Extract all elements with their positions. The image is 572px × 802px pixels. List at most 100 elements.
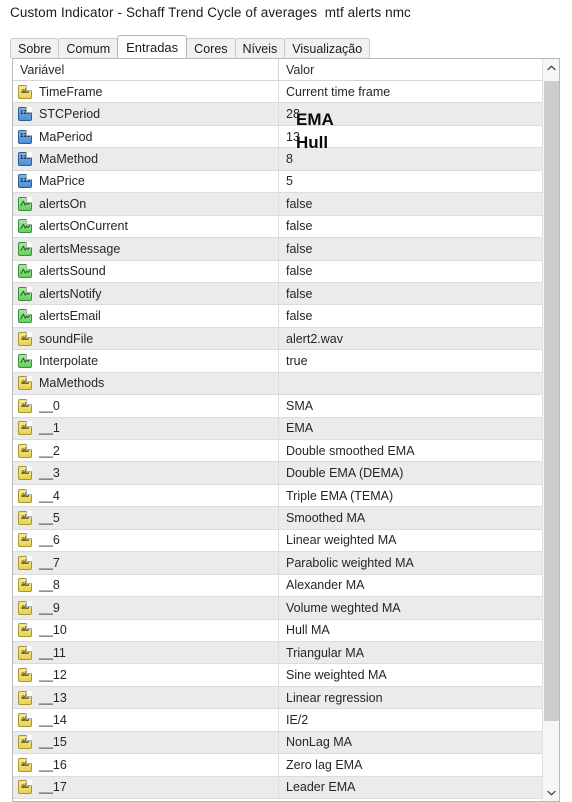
table-row[interactable]: alertsMessagefalse (13, 238, 542, 260)
value-cell[interactable]: SMA (279, 395, 542, 416)
value-cell[interactable]: Hull MA (279, 620, 542, 641)
table-row[interactable]: ab__11Triangular MA (13, 642, 542, 664)
variable-cell[interactable]: ab__3 (13, 462, 279, 483)
table-row[interactable]: ab__6Linear weighted MA (13, 530, 542, 552)
value-cell[interactable]: Leader EMA (279, 777, 542, 798)
variable-cell[interactable]: ab__15 (13, 732, 279, 753)
variable-cell[interactable]: alertsNotify (13, 283, 279, 304)
table-row[interactable]: ab__1EMA (13, 418, 542, 440)
tab-entradas[interactable]: Entradas (117, 35, 187, 58)
table-row[interactable]: 123STCPeriod28 (13, 103, 542, 125)
variable-cell[interactable]: alertsOnCurrent (13, 216, 279, 237)
variable-cell[interactable]: ab__7 (13, 552, 279, 573)
variable-cell[interactable]: ab__1 (13, 418, 279, 439)
table-row[interactable]: alertsOnCurrentfalse (13, 216, 542, 238)
table-row[interactable]: ab__12Sine weighted MA (13, 664, 542, 686)
value-cell[interactable]: Double EMA (DEMA) (279, 462, 542, 483)
variable-cell[interactable]: ab__9 (13, 597, 279, 618)
table-row[interactable]: Interpolatetrue (13, 350, 542, 372)
value-cell[interactable]: false (279, 216, 542, 237)
value-cell[interactable]: Linear regression (279, 687, 542, 708)
variable-cell[interactable]: 123MaMethod (13, 148, 279, 169)
variable-cell[interactable]: 123STCPeriod (13, 103, 279, 124)
value-cell[interactable]: Alexander MA (279, 575, 542, 596)
variable-cell[interactable]: ab__14 (13, 709, 279, 730)
value-cell[interactable]: Double smoothed EMA (279, 440, 542, 461)
value-cell[interactable]: Zero lag EMA (279, 754, 542, 775)
value-cell[interactable]: false (279, 193, 542, 214)
value-cell[interactable]: 13 (279, 126, 542, 147)
table-row[interactable]: ab__17Leader EMA (13, 777, 542, 799)
variable-cell[interactable]: ab__13 (13, 687, 279, 708)
table-row[interactable]: ab__5Smoothed MA (13, 507, 542, 529)
table-row[interactable]: absoundFilealert2.wav (13, 328, 542, 350)
table-row[interactable]: ab__0SMA (13, 395, 542, 417)
scrollbar-thumb[interactable] (544, 81, 559, 721)
value-cell[interactable]: Current time frame (279, 81, 542, 102)
tab-sobre[interactable]: Sobre (10, 38, 59, 58)
tab-visualiza-o[interactable]: Visualização (284, 38, 370, 58)
table-row[interactable]: ab__9Volume weghted MA (13, 597, 542, 619)
chevron-down-icon[interactable] (543, 784, 560, 801)
value-cell[interactable]: Triangular MA (279, 642, 542, 663)
table-row[interactable]: alertsEmailfalse (13, 305, 542, 327)
value-cell[interactable]: 8 (279, 148, 542, 169)
value-cell[interactable]: Volume weghted MA (279, 597, 542, 618)
table-row[interactable]: ab__2Double smoothed EMA (13, 440, 542, 462)
table-row[interactable]: 123MaPeriod13 (13, 126, 542, 148)
variable-cell[interactable]: 123MaPrice (13, 171, 279, 192)
value-cell[interactable]: 5 (279, 171, 542, 192)
table-row[interactable]: ab__15NonLag MA (13, 732, 542, 754)
value-cell[interactable] (279, 373, 542, 394)
table-row[interactable]: ab__13Linear regression (13, 687, 542, 709)
table-row[interactable]: ab__10Hull MA (13, 620, 542, 642)
variable-cell[interactable]: Interpolate (13, 350, 279, 371)
value-cell[interactable]: 28 (279, 103, 542, 124)
variable-cell[interactable]: alertsMessage (13, 238, 279, 259)
value-cell[interactable]: EMA (279, 418, 542, 439)
table-row[interactable]: ab__7Parabolic weighted MA (13, 552, 542, 574)
table-row[interactable]: ab__16Zero lag EMA (13, 754, 542, 776)
value-cell[interactable]: alert2.wav (279, 328, 542, 349)
value-cell[interactable]: NonLag MA (279, 732, 542, 753)
value-cell[interactable]: Smoothed MA (279, 507, 542, 528)
tab-n-veis[interactable]: Níveis (235, 38, 286, 58)
table-row[interactable]: ab__8Alexander MA (13, 575, 542, 597)
variable-cell[interactable]: ab__4 (13, 485, 279, 506)
value-cell[interactable]: true (279, 350, 542, 371)
variable-cell[interactable]: ab__16 (13, 754, 279, 775)
value-cell[interactable]: false (279, 261, 542, 282)
variable-cell[interactable]: alertsEmail (13, 305, 279, 326)
variable-cell[interactable]: ab__11 (13, 642, 279, 663)
variable-cell[interactable]: alertsSound (13, 261, 279, 282)
variable-cell[interactable]: abMaMethods (13, 373, 279, 394)
table-row[interactable]: abMaMethods (13, 373, 542, 395)
variable-cell[interactable]: absoundFile (13, 328, 279, 349)
value-cell[interactable]: IE/2 (279, 709, 542, 730)
tab-comum[interactable]: Comum (58, 38, 118, 58)
table-row[interactable]: ab__3Double EMA (DEMA) (13, 462, 542, 484)
column-header-variable[interactable]: Variável (13, 59, 279, 80)
tab-cores[interactable]: Cores (186, 38, 235, 58)
variable-cell[interactable]: ab__17 (13, 777, 279, 798)
variable-cell[interactable]: ab__12 (13, 664, 279, 685)
value-cell[interactable]: Linear weighted MA (279, 530, 542, 551)
table-row[interactable]: alertsNotifyfalse (13, 283, 542, 305)
variable-cell[interactable]: ab__0 (13, 395, 279, 416)
table-row[interactable]: 123MaMethod8 (13, 148, 542, 170)
value-cell[interactable]: false (279, 305, 542, 326)
variable-cell[interactable]: ab__8 (13, 575, 279, 596)
variable-cell[interactable]: ab__5 (13, 507, 279, 528)
value-cell[interactable]: Triple EMA (TEMA) (279, 485, 542, 506)
vertical-scrollbar[interactable] (542, 59, 559, 801)
table-row[interactable]: abTimeFrameCurrent time frame (13, 81, 542, 103)
value-cell[interactable]: Sine weighted MA (279, 664, 542, 685)
variable-cell[interactable]: abTimeFrame (13, 81, 279, 102)
table-row[interactable]: 123MaPrice5 (13, 171, 542, 193)
variable-cell[interactable]: ab__2 (13, 440, 279, 461)
variable-cell[interactable]: ab__10 (13, 620, 279, 641)
variable-cell[interactable]: alertsOn (13, 193, 279, 214)
table-row[interactable]: ab__14IE/2 (13, 709, 542, 731)
value-cell[interactable]: false (279, 238, 542, 259)
value-cell[interactable]: Parabolic weighted MA (279, 552, 542, 573)
